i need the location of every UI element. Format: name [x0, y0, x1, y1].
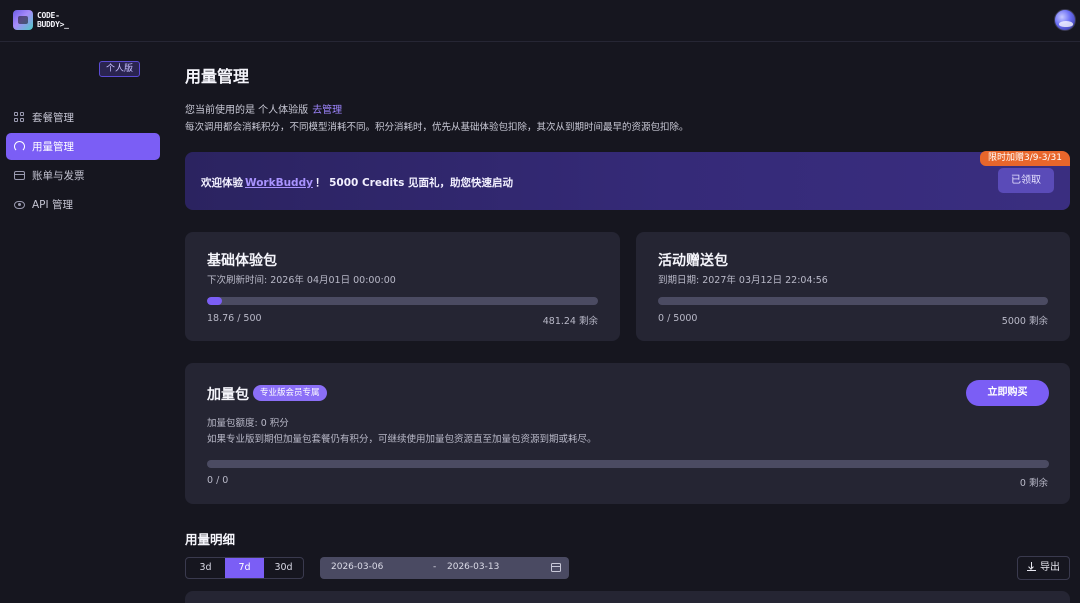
- time-range-selector: 3d 7d 30d: [185, 557, 304, 579]
- sidebar-item-label: API 管理: [32, 199, 73, 211]
- card-title: 活动赠送包: [658, 253, 728, 269]
- promo-tag: 限时加赠3/9-3/31: [980, 151, 1070, 166]
- gift-package-card: 活动赠送包 到期日期: 2027年 03月12日 22:04:56 0 / 50…: [636, 232, 1070, 341]
- addon-progress-bar: [207, 460, 1049, 468]
- logo-text: CODE- BUDDY>_: [37, 11, 77, 29]
- export-label: 导出: [1040, 562, 1060, 573]
- workbuddy-link[interactable]: WorkBuddy: [245, 177, 313, 189]
- banner-text: 欢迎体验 WorkBuddy！ 5000 Credits 见面礼，助您快速启动: [201, 175, 513, 190]
- eye-icon: [14, 200, 25, 209]
- current-plan-text: 您当前使用的是 个人体验版: [185, 105, 309, 116]
- basic-progress-fill: [207, 297, 222, 305]
- gift-remaining: 5000 剩余: [1001, 316, 1048, 327]
- banner-suffix: ！ 5000 Credits 见面礼，助您快速启动: [314, 177, 514, 189]
- calendar-icon[interactable]: [551, 563, 561, 572]
- gauge-icon: [14, 141, 25, 152]
- sidebar-item-label: 套餐管理: [32, 112, 74, 124]
- gift-progress-bar: [658, 297, 1048, 305]
- refresh-time: 下次刷新时间: 2026年 04月01日 00:00:00: [207, 275, 396, 286]
- addon-used: 0 / 0: [207, 475, 229, 486]
- card-title: 加量包: [207, 387, 249, 403]
- basic-remaining: 481.24 剩余: [542, 316, 598, 327]
- usage-detail-title: 用量明细: [185, 532, 236, 547]
- current-plan-line: 您当前使用的是 个人体验版 去管理: [185, 101, 342, 116]
- date-end[interactable]: 2026-03-13: [447, 562, 499, 572]
- usage-table: [185, 591, 1070, 603]
- date-start[interactable]: 2026-03-06: [331, 562, 383, 572]
- date-separator: -: [433, 562, 437, 572]
- top-bar: CODE- BUDDY>_: [0, 0, 1080, 42]
- manage-plan-link[interactable]: 去管理: [312, 105, 342, 116]
- export-button[interactable]: 导出: [1017, 556, 1070, 580]
- addon-package-card: 加量包 专业版会员专属 立即购买 加量包额度: 0 积分 如果专业版到期但加量包…: [185, 363, 1070, 504]
- card-title: 基础体验包: [207, 253, 277, 269]
- range-30d[interactable]: 30d: [264, 558, 303, 578]
- range-3d[interactable]: 3d: [186, 558, 225, 578]
- card-icon: [14, 171, 25, 180]
- sidebar-item-label: 用量管理: [32, 141, 74, 153]
- banner-prefix: 欢迎体验: [201, 177, 243, 189]
- buy-now-button[interactable]: 立即购买: [966, 380, 1049, 406]
- logo-line-1: CODE-: [37, 11, 60, 20]
- range-7d[interactable]: 7d: [225, 558, 264, 578]
- sidebar-item-api-management[interactable]: API 管理: [6, 191, 160, 218]
- sidebar-item-usage-management[interactable]: 用量管理: [6, 133, 160, 160]
- sidebar-item-billing-invoice[interactable]: 账单与发票: [6, 162, 160, 189]
- basic-package-card: 基础体验包 下次刷新时间: 2026年 04月01日 00:00:00 18.7…: [185, 232, 620, 341]
- sidebar-item-label: 账单与发票: [32, 170, 85, 182]
- addon-remaining: 0 剩余: [1019, 478, 1048, 489]
- grid-icon: [14, 112, 25, 123]
- download-icon: [1027, 562, 1036, 571]
- basic-used: 18.76 / 500: [207, 313, 262, 324]
- addon-quota: 加量包额度: 0 积分: [207, 418, 289, 429]
- addon-note: 如果专业版到期但加量包套餐仍有积分，可继续使用加量包资源直至加量包资源到期或耗尽…: [207, 434, 597, 445]
- gift-used: 0 / 5000: [658, 313, 698, 324]
- date-range-picker[interactable]: 2026-03-06 - 2026-03-13: [320, 557, 569, 579]
- sidebar: 个人版 套餐管理 用量管理 账单与发票 API 管理: [0, 43, 170, 603]
- welcome-banner: 欢迎体验 WorkBuddy！ 5000 Credits 见面礼，助您快速启动 限…: [185, 151, 1070, 210]
- expiry-date: 到期日期: 2027年 03月12日 22:04:56: [658, 275, 828, 286]
- credit-rule-text: 每次调用都会消耗积分，不同模型消耗不同。积分消耗时，优先从基础体验包扣除，其次从…: [185, 122, 689, 133]
- claimed-button[interactable]: 已领取: [998, 168, 1054, 193]
- logo-line-2: BUDDY>_: [37, 20, 69, 29]
- user-avatar[interactable]: [1054, 9, 1076, 31]
- basic-progress-bar: [207, 297, 598, 305]
- plan-badge: 个人版: [99, 61, 141, 77]
- page-title: 用量管理: [185, 67, 250, 86]
- codebuddy-logo[interactable]: CODE- BUDDY>_: [13, 10, 71, 32]
- sidebar-item-plan-management[interactable]: 套餐管理: [6, 104, 160, 131]
- pro-member-badge: 专业版会员专属: [253, 385, 327, 401]
- logo-mark-icon: [13, 10, 33, 30]
